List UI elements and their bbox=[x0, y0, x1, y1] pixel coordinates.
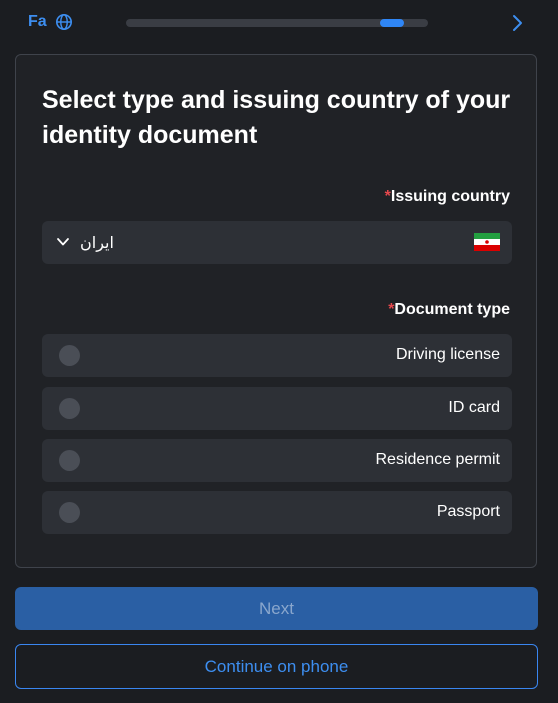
radio-button[interactable] bbox=[59, 450, 80, 471]
continue-on-phone-button[interactable]: Continue on phone bbox=[15, 644, 538, 689]
chevron-right-icon[interactable] bbox=[506, 12, 528, 34]
issuing-country-select[interactable]: ایران bbox=[42, 221, 512, 264]
issuing-country-label: *Issuing country bbox=[384, 188, 510, 205]
radio-button[interactable] bbox=[59, 502, 80, 523]
iran-flag-icon bbox=[474, 233, 500, 251]
option-label: ID card bbox=[448, 399, 500, 416]
top-bar: Fa bbox=[0, 0, 558, 46]
document-form-card: Select type and issuing country of your … bbox=[15, 54, 537, 568]
progress-bar-fill bbox=[379, 19, 404, 27]
option-label: Passport bbox=[436, 503, 500, 520]
language-switcher[interactable]: Fa bbox=[28, 13, 73, 31]
document-option-driving-license[interactable]: Driving license bbox=[42, 334, 512, 377]
option-label: Residence permit bbox=[375, 451, 501, 468]
document-option-id-card[interactable]: ID card bbox=[42, 387, 512, 430]
globe-icon bbox=[55, 13, 72, 31]
radio-button[interactable] bbox=[59, 398, 80, 419]
chevron-down-icon bbox=[57, 238, 69, 246]
progress-bar bbox=[126, 19, 428, 27]
page-title: Select type and issuing country of your … bbox=[42, 86, 511, 149]
document-type-label: *Document type bbox=[388, 301, 510, 318]
selected-country: ایران bbox=[80, 235, 114, 252]
next-button[interactable]: Next bbox=[15, 587, 538, 630]
document-option-passport[interactable]: Passport bbox=[42, 491, 512, 534]
radio-button[interactable] bbox=[59, 345, 80, 366]
option-label: Driving license bbox=[395, 346, 500, 363]
language-label: Fa bbox=[28, 13, 47, 30]
document-option-residence-permit[interactable]: Residence permit bbox=[42, 439, 512, 482]
